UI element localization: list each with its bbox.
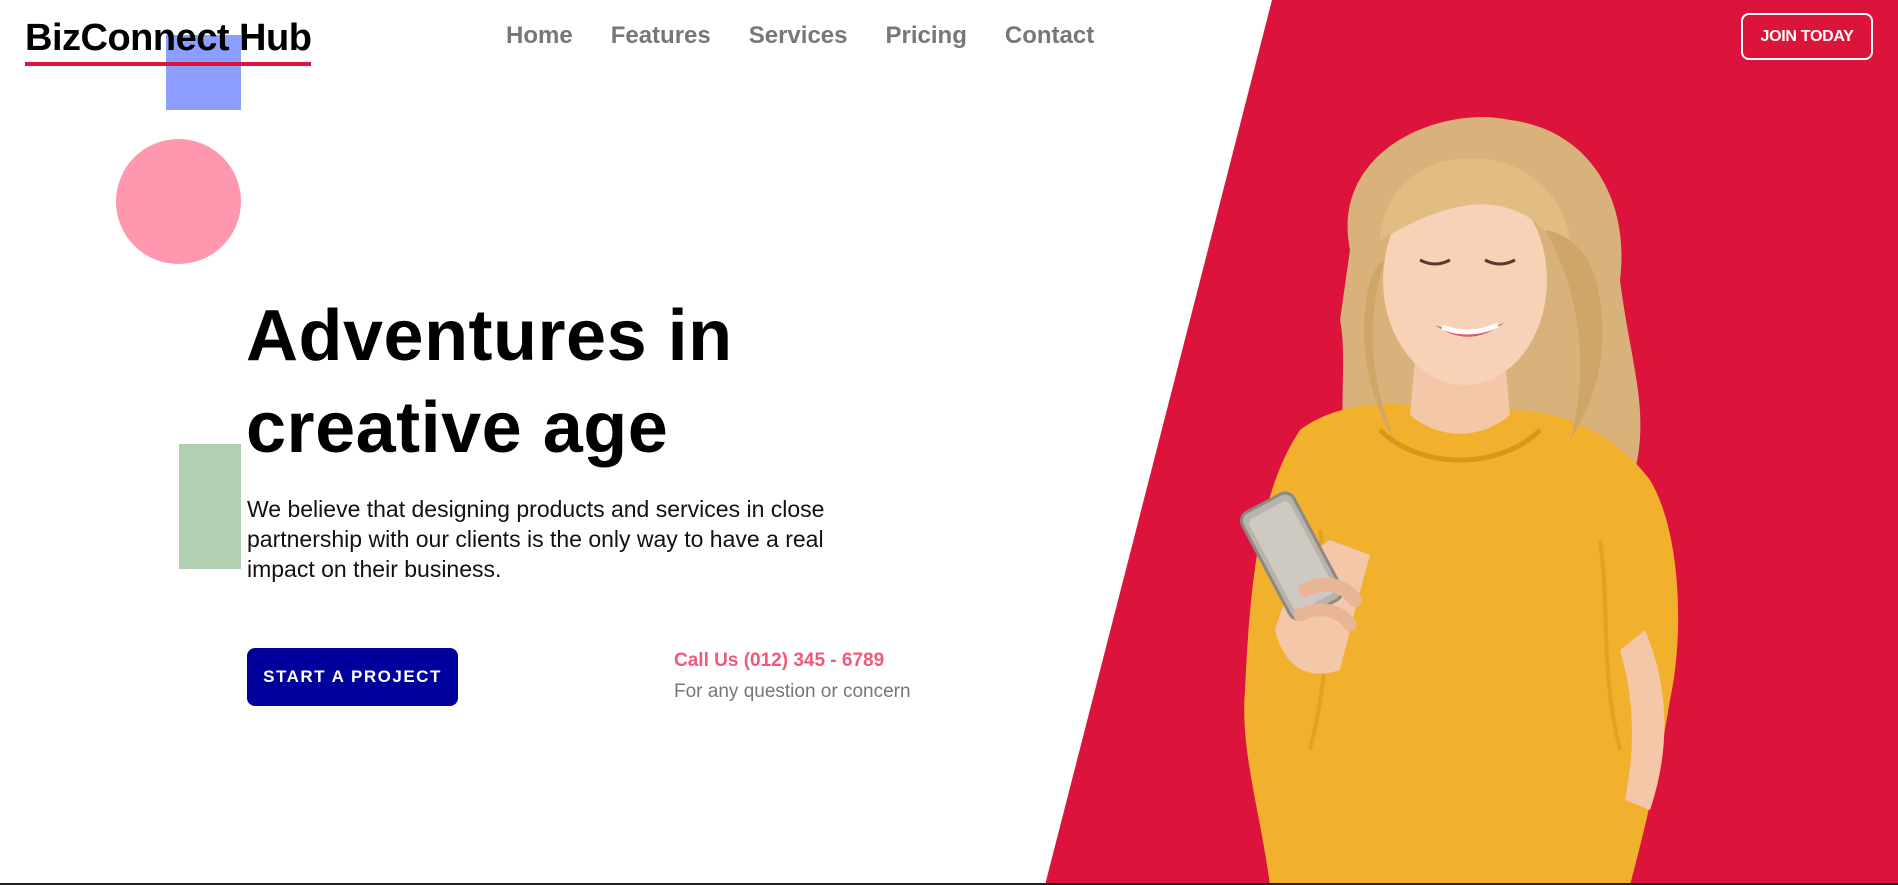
nav-services[interactable]: Services [749, 22, 848, 50]
hero-title-line-2: creative age [246, 388, 669, 468]
decorative-pink-circle [116, 139, 241, 264]
hero-title-line-1: Adventures in [246, 296, 733, 376]
hero-title: Adventures in creative age [246, 290, 946, 474]
main-nav: Home Features Services Pricing Contact [506, 22, 1094, 50]
nav-pricing[interactable]: Pricing [886, 22, 967, 50]
nav-features[interactable]: Features [611, 22, 711, 50]
site-logo[interactable]: BizConnect Hub [25, 14, 312, 66]
hero-description: We believe that designing products and s… [247, 496, 825, 582]
nav-contact[interactable]: Contact [1005, 22, 1094, 50]
woman-with-phone-photo [1240, 117, 1679, 885]
start-project-button[interactable]: START A PROJECT [247, 648, 458, 706]
decorative-green-rectangle [179, 444, 241, 569]
call-us-phone[interactable]: Call Us (012) 345 - 6789 [674, 650, 884, 672]
nav-home[interactable]: Home [506, 22, 573, 50]
join-today-button[interactable]: JOIN TODAY [1741, 13, 1873, 60]
call-us-subtext: For any question or concern [674, 681, 911, 702]
